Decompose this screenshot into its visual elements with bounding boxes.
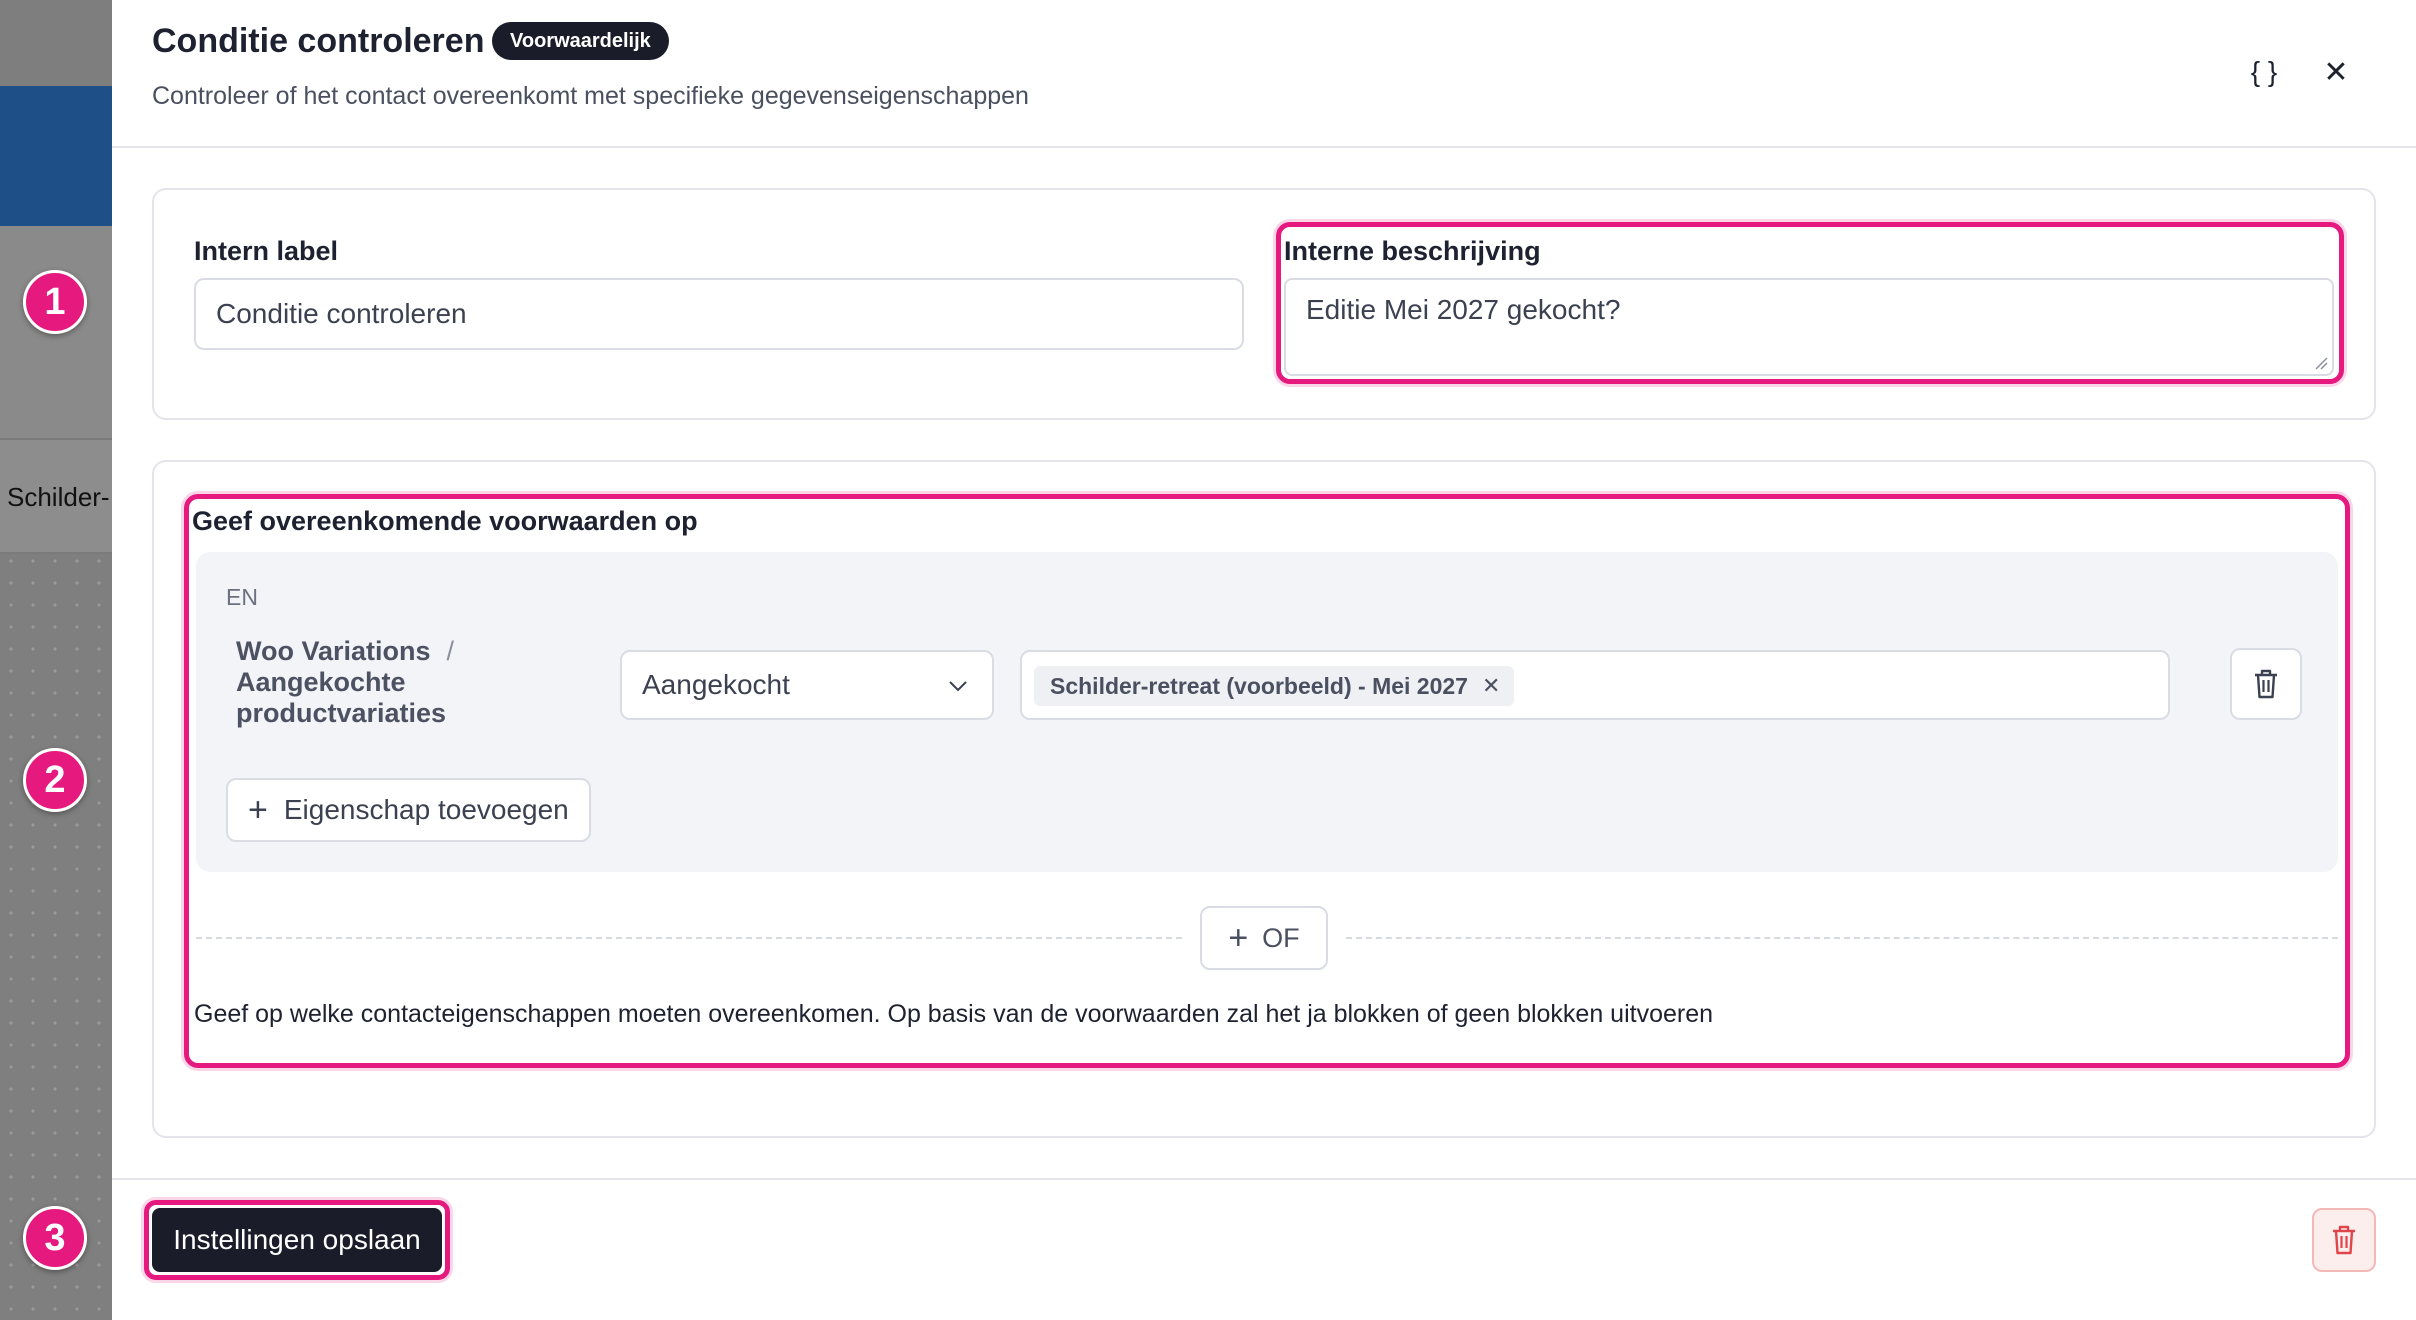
- modal-title: Conditie controleren: [152, 22, 485, 60]
- close-icon[interactable]: ✕: [2314, 50, 2358, 94]
- delete-node-button[interactable]: [2312, 1208, 2376, 1272]
- conditions-helper-text: Geef op welke contacteigenschappen moete…: [194, 1000, 1714, 1028]
- chevron-down-icon: [949, 681, 967, 692]
- code-icon[interactable]: { }: [2242, 50, 2286, 94]
- internal-description-textarea[interactable]: Editie Mei 2027 gekocht?: [1284, 278, 2334, 376]
- internal-description-label: Interne beschrijving: [1284, 236, 1541, 266]
- operator-select[interactable]: Aangekocht: [620, 650, 994, 720]
- resize-handle-icon[interactable]: [2312, 354, 2328, 370]
- modal-footer: [112, 1178, 2416, 1320]
- value-chip-label: Schilder-retreat (voorbeeld) - Mei 2027: [1050, 672, 1468, 699]
- or-label: OF: [1262, 922, 1300, 953]
- conditions-title: Geef overeenkomende voorwaarden op: [192, 506, 698, 536]
- add-property-button[interactable]: + Eigenschap toevoegen: [226, 778, 591, 842]
- modal-subtitle: Controleer of het contact overeenkomt me…: [152, 82, 1029, 110]
- background-topbar: [0, 0, 112, 86]
- operator-value: Aangekocht: [642, 669, 790, 700]
- property-separator: /: [446, 636, 455, 666]
- trash-icon: [2333, 1225, 2355, 1255]
- add-or-group-button[interactable]: + OF: [1200, 906, 1328, 970]
- condition-modal: Conditie controleren Voorwaardelijk Cont…: [112, 0, 2416, 1320]
- group-operator-label: EN: [226, 584, 258, 610]
- modal-header: Conditie controleren Voorwaardelijk Cont…: [112, 0, 2416, 148]
- condition-group: EN Woo Variations / Aangekochte productva…: [196, 552, 2338, 872]
- or-divider-right: [1346, 937, 2338, 939]
- plus-icon: +: [248, 790, 268, 829]
- step-marker-1: 1: [23, 270, 87, 334]
- remove-chip-icon[interactable]: ✕: [1482, 673, 1500, 699]
- plus-icon: +: [1228, 918, 1249, 957]
- background-app: Schilder-: [0, 0, 112, 1320]
- property-path[interactable]: Woo Variations / Aangekochte productvaria…: [236, 636, 566, 729]
- trash-icon: [2255, 669, 2277, 699]
- property-source: Woo Variations: [236, 636, 431, 666]
- step-marker-2: 2: [23, 748, 87, 812]
- internal-label-input[interactable]: Conditie controleren: [194, 278, 1244, 350]
- property-name: Aangekochte productvariaties: [236, 667, 447, 728]
- internal-description-value: Editie Mei 2027 gekocht?: [1306, 294, 1621, 325]
- value-chip: Schilder-retreat (voorbeeld) - Mei 2027 …: [1034, 666, 1515, 706]
- save-settings-button[interactable]: Instellingen opslaan: [152, 1208, 442, 1272]
- step-marker-3: 3: [23, 1206, 87, 1270]
- values-multiselect[interactable]: Schilder-retreat (voorbeeld) - Mei 2027 …: [1020, 650, 2170, 720]
- or-divider-left: [196, 937, 1182, 939]
- background-blue-panel: [0, 86, 112, 226]
- delete-rule-button[interactable]: [2230, 648, 2302, 720]
- add-property-label: Eigenschap toevoegen: [283, 794, 569, 825]
- internal-label-label: Intern label: [194, 236, 339, 266]
- background-node-label: Schilder-: [7, 482, 110, 512]
- conditional-badge: Voorwaardelijk: [492, 22, 669, 60]
